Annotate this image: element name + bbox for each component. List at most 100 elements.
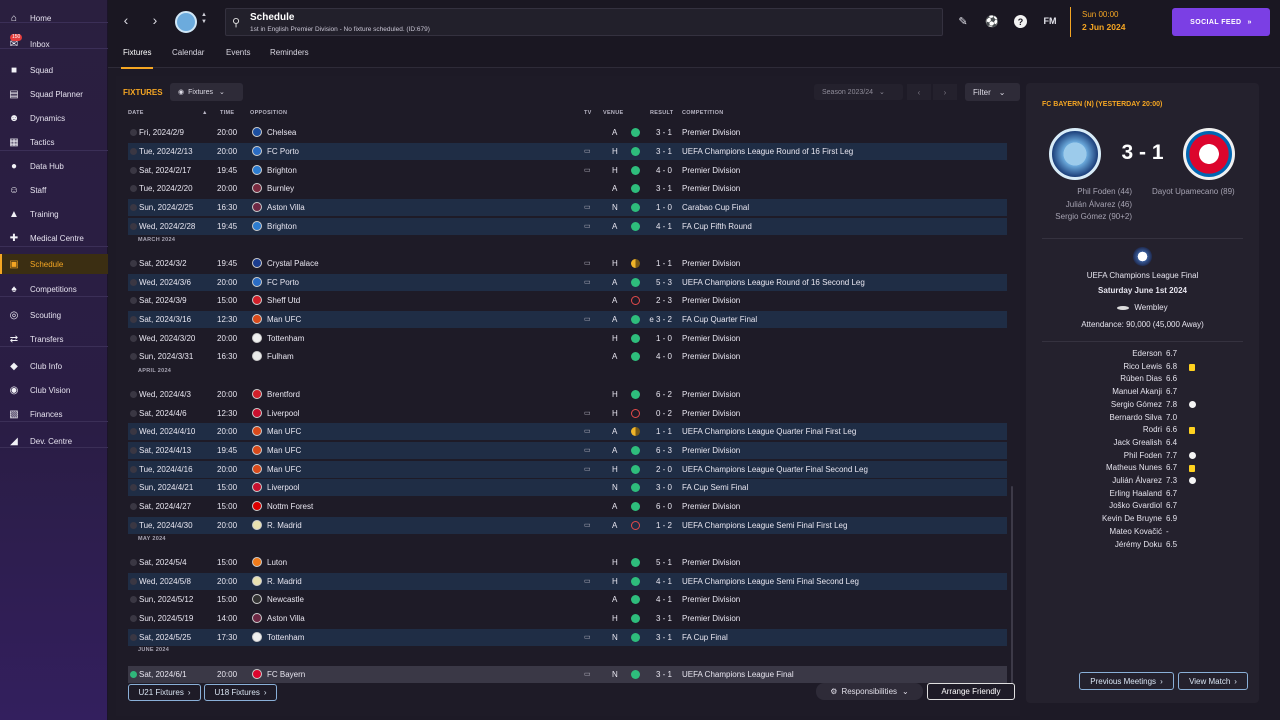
player-rating-row[interactable]: Kevin De Bruyne 6.9: [1026, 514, 1259, 526]
home-club-crest-icon[interactable]: [1049, 128, 1101, 180]
fixture-opposition[interactable]: Man UFC: [267, 427, 301, 436]
sidebar-item-home[interactable]: ⌂ Home: [0, 8, 108, 28]
fixture-opposition[interactable]: Man UFC: [267, 465, 301, 474]
table-row[interactable]: Sat, 2024/4/27 15:00 Nottm Forest A 6 - 0 Pre…: [128, 498, 1007, 515]
fixture-opposition[interactable]: Nottm Forest: [267, 502, 313, 511]
fixture-opposition[interactable]: Tottenham: [267, 633, 304, 642]
table-row[interactable]: Wed, 2024/4/3 20:00 Brentford H 6 - 2 Premier…: [128, 386, 1007, 403]
fixture-competition[interactable]: UEFA Champions League Semi Final Second …: [682, 577, 859, 586]
player-rating-row[interactable]: Erling Haaland 6.7: [1026, 489, 1259, 501]
view-match-button[interactable]: View Match ›: [1178, 672, 1248, 690]
fixture-competition[interactable]: Premier Division: [682, 334, 740, 343]
fixture-competition[interactable]: Premier Division: [682, 184, 740, 193]
club-stepper-icon[interactable]: ▲ ▼: [201, 12, 207, 26]
sidebar-item-schedule[interactable]: ▣ Schedule: [0, 254, 108, 274]
fixture-opposition[interactable]: Aston Villa: [267, 203, 305, 212]
fixture-competition[interactable]: FA Cup Fifth Round: [682, 222, 752, 231]
arrange-friendly-button[interactable]: Arrange Friendly: [927, 683, 1015, 700]
fixture-competition[interactable]: Carabao Cup Final: [682, 203, 749, 212]
player-rating-row[interactable]: Bernardo Silva 7.0: [1026, 413, 1259, 425]
previous-meetings-button[interactable]: Previous Meetings ›: [1079, 672, 1174, 690]
social-feed-button[interactable]: SOCIAL FEED »: [1172, 8, 1270, 36]
header-competition[interactable]: COMPETITION: [682, 110, 724, 116]
fixture-opposition[interactable]: Aston Villa: [267, 614, 305, 623]
fixture-opposition[interactable]: Fulham: [267, 352, 294, 361]
fixture-competition[interactable]: UEFA Champions League Quarter Final Firs…: [682, 427, 856, 436]
fixture-opposition[interactable]: Sheff Utd: [267, 296, 300, 305]
table-row[interactable]: Fri, 2024/2/9 20:00 Chelsea A 3 - 1 Premier D…: [128, 124, 1007, 141]
tab-fixtures[interactable]: Fixtures: [120, 48, 154, 69]
fixture-opposition[interactable]: Liverpool: [267, 409, 299, 418]
player-rating-row[interactable]: Sergio Gómez 7.8: [1026, 400, 1259, 412]
sidebar-item-squad[interactable]: ■ Squad: [0, 60, 108, 80]
table-row[interactable]: Sat, 2024/3/2 19:45 Crystal Palace ▭ H 1 - 1 P…: [128, 255, 1007, 272]
sidebar-item-inbox[interactable]: ✉ 150 Inbox: [0, 34, 108, 54]
forward-arrow-icon[interactable]: ›: [145, 10, 165, 30]
sidebar-item-squad-planner[interactable]: ▤ Squad Planner: [0, 84, 108, 104]
tab-events[interactable]: Events: [226, 48, 250, 64]
table-row[interactable]: Sat, 2024/5/25 17:30 Tottenham ▭ N 3 - 1 FA Cu…: [128, 629, 1007, 646]
fixture-opposition[interactable]: R. Madrid: [267, 577, 302, 586]
sidebar-item-training[interactable]: ▲ Training: [0, 204, 108, 224]
fixture-opposition[interactable]: Man UFC: [267, 315, 301, 324]
fixture-opposition[interactable]: FC Porto: [267, 278, 299, 287]
table-row[interactable]: Sun, 2024/5/19 14:00 Aston Villa H 3 - 1 Prem…: [128, 610, 1007, 627]
fixture-opposition[interactable]: Burnley: [267, 184, 294, 193]
sidebar-item-staff[interactable]: ☺ Staff: [0, 180, 108, 200]
tab-reminders[interactable]: Reminders: [270, 48, 309, 64]
fixture-opposition[interactable]: Luton: [267, 558, 287, 567]
fixture-competition[interactable]: Premier Division: [682, 128, 740, 137]
fixture-competition[interactable]: Premier Division: [682, 614, 740, 623]
fixture-opposition[interactable]: Man UFC: [267, 446, 301, 455]
fixture-opposition[interactable]: FC Bayern: [267, 670, 305, 679]
page-header-search[interactable]: ⚲ Schedule 1st in English Premier Divisi…: [225, 8, 943, 36]
fixture-opposition[interactable]: Chelsea: [267, 128, 296, 137]
sidebar-item-tactics[interactable]: ▦ Tactics: [0, 132, 108, 152]
edit-icon[interactable]: ✎: [955, 13, 971, 29]
player-rating-row[interactable]: Rico Lewis 6.8: [1026, 362, 1259, 374]
fm-logo[interactable]: FM: [1042, 13, 1058, 29]
match-heading[interactable]: FC BAYERN (N) (YESTERDAY 20:00): [1042, 101, 1162, 108]
u18-fixtures-button[interactable]: U18 Fixtures ›: [204, 684, 277, 701]
table-row[interactable]: Wed, 2024/3/20 20:00 Tottenham H 1 - 0 Premie…: [128, 330, 1007, 347]
table-row[interactable]: Sat, 2024/3/16 12:30 Man UFC ▭ Ae 3 - 2 FA Cu…: [128, 311, 1007, 328]
table-row[interactable]: Sat, 2024/3/9 15:00 Sheff Utd A 2 - 3 Premier…: [128, 292, 1007, 309]
fixtures-view-dropdown[interactable]: ◉ Fixtures ⌄: [170, 83, 243, 101]
fixture-competition[interactable]: Premier Division: [682, 558, 740, 567]
table-row[interactable]: Tue, 2024/4/16 20:00 Man UFC ▭ H 2 - 0 UEFA Ch…: [128, 461, 1007, 478]
table-row[interactable]: Sat, 2024/5/4 15:00 Luton H 5 - 1 Premier Div…: [128, 554, 1007, 571]
table-row[interactable]: Tue, 2024/2/13 20:00 FC Porto ▭ H 3 - 1 UEFA C…: [128, 143, 1007, 160]
fixture-competition[interactable]: Premier Division: [682, 446, 740, 455]
fixture-competition[interactable]: Premier Division: [682, 296, 740, 305]
season-dropdown[interactable]: Season 2023/24 ⌄: [814, 84, 903, 100]
player-rating-row[interactable]: Manuel Akanji 6.7: [1026, 387, 1259, 399]
header-result[interactable]: RESULT: [650, 110, 673, 116]
fixture-opposition[interactable]: Brighton: [267, 166, 297, 175]
sidebar-item-medical-centre[interactable]: ✚ Medical Centre: [0, 228, 108, 248]
sidebar-item-club-vision[interactable]: ◉ Club Vision: [0, 380, 108, 400]
fixture-competition[interactable]: UEFA Champions League Quarter Final Seco…: [682, 465, 868, 474]
back-arrow-icon[interactable]: ‹: [116, 10, 136, 30]
player-rating-row[interactable]: Mateo Kovačić -: [1026, 527, 1259, 539]
scrollbar[interactable]: [1011, 486, 1013, 686]
table-row[interactable]: Tue, 2024/2/20 20:00 Burnley A 3 - 1 Premier …: [128, 180, 1007, 197]
fixture-competition[interactable]: FA Cup Final: [682, 633, 728, 642]
filter-button[interactable]: Filter ⌄: [965, 83, 1020, 101]
fixture-opposition[interactable]: FC Porto: [267, 147, 299, 156]
fixture-competition[interactable]: Premier Division: [682, 390, 740, 399]
table-row[interactable]: Sat, 2024/6/1 20:00 FC Bayern ▭ N 3 - 1 UEFA C…: [128, 666, 1007, 683]
sidebar-item-dynamics[interactable]: ☻ Dynamics: [0, 108, 108, 128]
u21-fixtures-button[interactable]: U21 Fixtures ›: [128, 684, 201, 701]
sidebar-item-scouting[interactable]: ◎ Scouting: [0, 305, 108, 325]
table-row[interactable]: Sun, 2024/3/31 16:30 Fulham A 4 - 0 Premier D…: [128, 348, 1007, 365]
fixture-opposition[interactable]: Brentford: [267, 390, 300, 399]
table-row[interactable]: Sat, 2024/4/6 12:30 Liverpool ▭ H 0 - 2 Premie…: [128, 405, 1007, 422]
player-rating-row[interactable]: Jérémy Doku 6.5: [1026, 540, 1259, 552]
player-rating-row[interactable]: Rodri 6.6: [1026, 425, 1259, 437]
next-page-icon[interactable]: ›: [933, 84, 957, 100]
header-date[interactable]: DATE: [128, 110, 144, 116]
fixture-competition[interactable]: FA Cup Semi Final: [682, 483, 748, 492]
player-rating-row[interactable]: Ederson 6.7: [1026, 349, 1259, 361]
table-row[interactable]: Wed, 2024/2/28 19:45 Brighton ▭ A 4 - 1 FA Cup…: [128, 218, 1007, 235]
fixture-competition[interactable]: Premier Division: [682, 166, 740, 175]
